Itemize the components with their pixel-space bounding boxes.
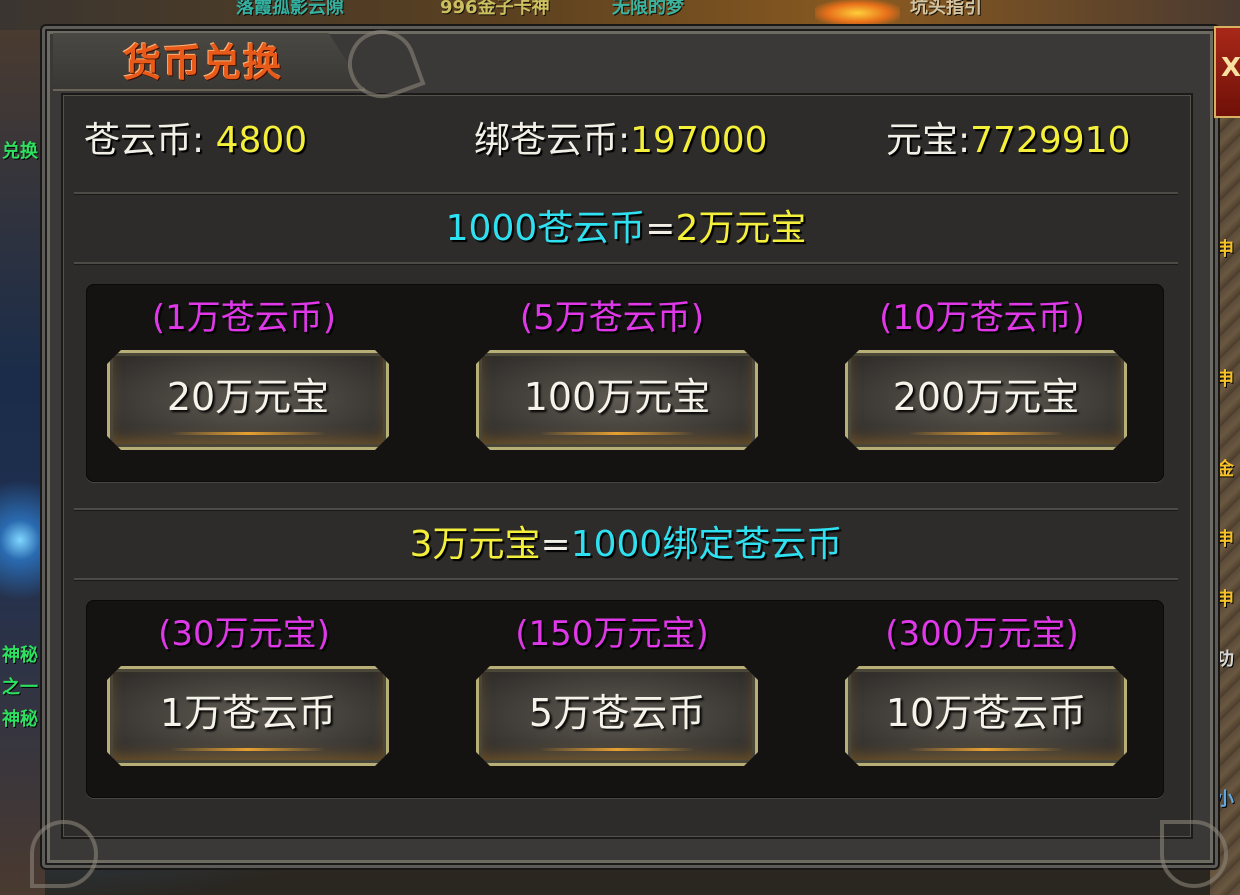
side-label: 功	[1216, 649, 1234, 670]
exchange-rate-2: 3万元宝=1000绑定苍云币	[74, 522, 1178, 568]
exchange-rate-1: 1000苍云币=2万元宝	[74, 206, 1178, 252]
yuanbao-balance: 元宝:7729910	[886, 118, 1130, 164]
world-text: 坑头指引	[910, 0, 982, 18]
world-text: 落霞孤影云隙	[236, 0, 344, 18]
cangyun-balance: 苍云币: 4800	[84, 118, 307, 164]
corner-ornament	[30, 820, 98, 888]
rate-2-from: 3万元宝	[409, 524, 541, 565]
cangyun-value: 4800	[215, 120, 308, 161]
exchange-button-label: 100万元宝	[523, 375, 711, 419]
exchange-button[interactable]: 100万元宝	[476, 350, 758, 450]
cangyun-label: 苍云币:	[84, 120, 216, 161]
exchange-button[interactable]: 1万苍云币	[107, 666, 389, 766]
exchange-button-label: 200万元宝	[892, 375, 1080, 419]
corner-ornament	[1160, 820, 1228, 888]
rate-2-to: 1000绑定苍云币	[570, 524, 843, 565]
rate-1-from: 1000苍云币	[445, 208, 646, 249]
bound-cangyun-balance: 绑苍云币:197000	[474, 118, 768, 164]
title-plate: 货币兑换	[53, 33, 366, 91]
exchange-button[interactable]: 5万苍云币	[476, 666, 758, 766]
exchange-button[interactable]: 10万苍云币	[845, 666, 1127, 766]
side-label: 申	[1216, 529, 1234, 550]
side-label: 神秘	[2, 645, 38, 666]
exchange-button[interactable]: 20万元宝	[107, 350, 389, 450]
divider	[74, 262, 1178, 264]
yuanbao-value: 7729910	[970, 120, 1131, 161]
close-button[interactable]: X	[1214, 26, 1240, 118]
bound-cangyun-value: 197000	[630, 120, 768, 161]
world-text: 无限的梦	[612, 0, 684, 18]
divider	[74, 192, 1178, 194]
side-label: 小	[1216, 789, 1234, 810]
flame-effect	[815, 0, 900, 26]
panel-title: 货币兑换	[123, 40, 284, 85]
option-cost: (150万元宝)	[515, 614, 709, 654]
option-cost: (30万元宝)	[158, 614, 330, 654]
option-cost: (10万苍云币)	[879, 298, 1085, 338]
bound-cangyun-label: 绑苍云币:	[474, 120, 631, 161]
exchange-button-label: 5万苍云币	[528, 691, 706, 735]
rate-2-equals: =	[540, 524, 571, 565]
side-label: 神秘	[2, 709, 38, 730]
divider	[74, 508, 1178, 510]
side-label: 申	[1216, 369, 1234, 390]
side-label: 申	[1216, 589, 1234, 610]
rate-1-equals: =	[645, 208, 676, 249]
game-scene: 落霞孤影云隙 996金子卡神 无限的梦 坑头指引 兑换 神秘 之一 神秘 申 申…	[0, 0, 1240, 895]
divider	[74, 578, 1178, 580]
exchange-button-label: 20万元宝	[166, 375, 330, 419]
option-cost: (1万苍云币)	[151, 298, 337, 338]
side-label: 兑换	[2, 141, 38, 162]
exchange-button-label: 1万苍云币	[159, 691, 337, 735]
side-label: 金	[1216, 459, 1234, 480]
option-cost: (300万元宝)	[885, 614, 1079, 654]
side-label: 之一	[2, 677, 38, 698]
world-text: 996金子卡神	[440, 0, 550, 18]
yuanbao-label: 元宝:	[886, 120, 971, 161]
exchange-button[interactable]: 200万元宝	[845, 350, 1127, 450]
exchange-button-label: 10万苍云币	[885, 691, 1087, 735]
option-cost: (5万苍云币)	[519, 298, 705, 338]
rate-1-to: 2万元宝	[675, 208, 807, 249]
side-label: 申	[1216, 239, 1234, 260]
